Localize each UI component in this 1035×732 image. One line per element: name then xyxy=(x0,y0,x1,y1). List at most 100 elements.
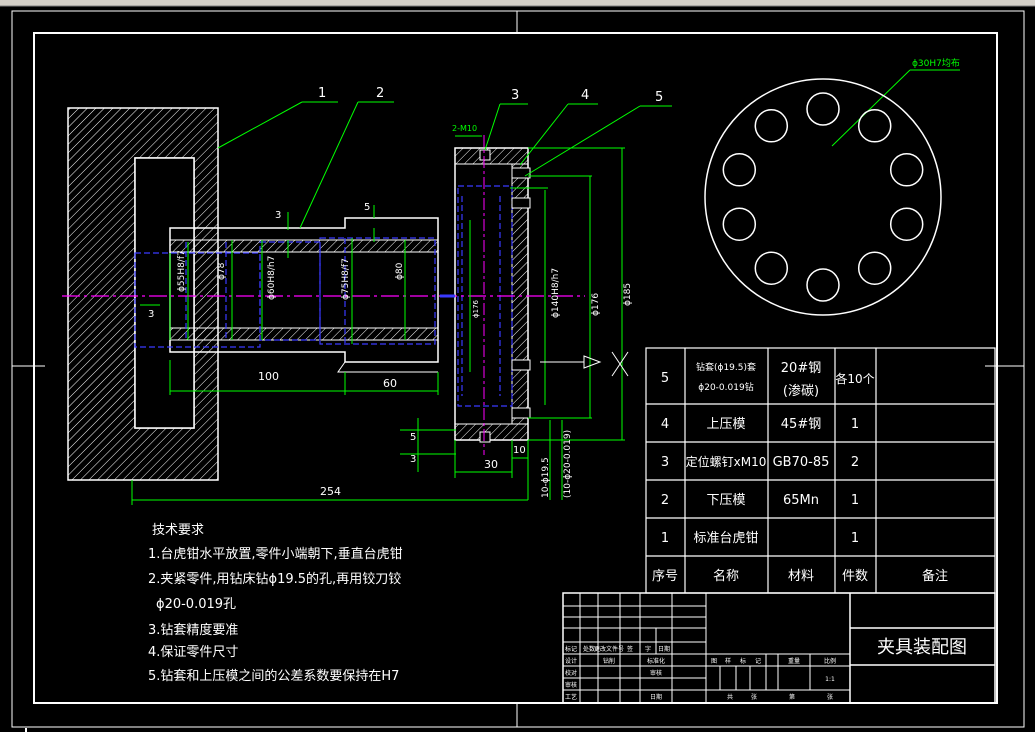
row3-material: GB70-85 xyxy=(773,455,830,470)
drawing-title: 夹具装配图 xyxy=(877,637,967,658)
dim-d140: ϕ140H8/h7 xyxy=(551,268,561,318)
dim-254: 254 xyxy=(320,485,341,498)
technical-requirements: 技术要求 1.台虎钳水平放置,零件小端朝下,垂直台虎钳 2.夹紧零件,用钻床钻ϕ… xyxy=(148,523,403,684)
bushing-hole xyxy=(806,92,840,126)
bushing-hole xyxy=(754,109,789,143)
dim-hole-a: 10-ϕ19.5 xyxy=(541,457,551,498)
row5-material-b: (渗碳) xyxy=(783,384,819,399)
dim-d75: ϕ75H8/f7 xyxy=(341,258,351,300)
dim-10: 10 xyxy=(513,445,526,456)
row4-qty: 1 xyxy=(851,417,859,432)
tb-date: 日期 xyxy=(658,645,670,653)
tb-mark: 标记 xyxy=(565,645,577,653)
dim-5-bottom: 5 xyxy=(410,432,416,443)
toolbar-strip xyxy=(0,0,1035,6)
header-name: 名称 xyxy=(713,568,739,584)
dim-5-top: 5 xyxy=(364,202,370,213)
pattern-callout: ϕ30H7均布 xyxy=(912,57,960,69)
dim-d55: ϕ55H8/f7 xyxy=(177,250,187,292)
requirement-4: 4.保证零件尺寸 xyxy=(148,645,238,660)
row4-no: 4 xyxy=(661,417,669,432)
requirements-title: 技术要求 xyxy=(152,523,204,538)
balloon-4: 4 xyxy=(581,88,589,103)
header-remark: 备注 xyxy=(922,568,948,584)
row3-name: 定位螺钉xM10 xyxy=(686,454,767,469)
tb-review: 审核 xyxy=(650,669,662,677)
row1-qty: 1 xyxy=(851,531,859,546)
dim-d176-small: ϕ176 xyxy=(472,299,480,318)
tb-check: 校对 xyxy=(565,669,577,677)
tb-date2: 日期 xyxy=(650,693,662,701)
section-view xyxy=(62,107,585,481)
row1-name: 标准台虎钳 xyxy=(693,531,758,546)
tb-weight: 重量 xyxy=(788,657,800,665)
row2-name: 下压模 xyxy=(706,493,745,508)
tb-stage-2: 标 xyxy=(740,657,746,665)
dim-60: 60 xyxy=(383,377,397,390)
balloon-2: 2 xyxy=(376,86,384,101)
dim-30: 30 xyxy=(484,458,498,471)
balloon-1: 1 xyxy=(318,86,326,101)
tb-sign: 签 xyxy=(627,645,633,653)
row2-material: 65Mn xyxy=(783,493,819,508)
tb-sheet-3: 张 xyxy=(827,693,833,701)
header-material: 材料 xyxy=(788,569,814,584)
dim-d60: ϕ60H8/h7 xyxy=(267,256,277,300)
requirement-5: 5.钻套和上压模之间的公差系数要保持在H7 xyxy=(148,668,399,684)
dim-3-left: 3 xyxy=(148,309,154,320)
bushing-hole xyxy=(722,153,757,187)
row2-no: 2 xyxy=(661,493,669,508)
dim-100: 100 xyxy=(258,370,279,383)
hole-pattern-view xyxy=(704,78,942,316)
dim-2-m10: 2-M10 xyxy=(452,124,477,133)
tb-stage-1: 样 xyxy=(725,657,731,665)
bushing-hole xyxy=(857,251,892,285)
tb-scale: 比例 xyxy=(824,657,836,665)
header-no: 序号 xyxy=(652,569,678,584)
dim-3-bottom: 3 xyxy=(410,454,416,465)
cad-drawing-canvas[interactable]: 1 2 3 4 5 3 5 3 100 60 30 10 254 3 5 2-M… xyxy=(0,0,1035,732)
tb-scale-value: 1:1 xyxy=(825,676,835,683)
bushing-hole xyxy=(806,268,840,302)
bushing-hole xyxy=(857,109,892,143)
row4-name: 上压模 xyxy=(706,417,745,432)
tb-audit: 审核 xyxy=(565,681,577,689)
requirement-3: 3.钻套精度要准 xyxy=(148,622,238,638)
row4-material: 45#钢 xyxy=(781,417,821,432)
row1-no: 1 xyxy=(661,531,669,546)
tb-change-doc: 更改文件号 xyxy=(594,645,624,653)
bushing-hole xyxy=(722,207,757,241)
dim-hole-b: (10-ϕ20-0.019) xyxy=(563,430,573,498)
bushing-hole xyxy=(889,153,924,187)
dimension-lines xyxy=(131,69,960,505)
tb-char: 字 xyxy=(645,645,651,653)
row5-material-a: 20#钢 xyxy=(781,361,821,376)
row5-qty: 各10个 xyxy=(835,371,874,386)
tb-stage-3: 记 xyxy=(755,658,761,665)
requirement-1: 1.台虎钳水平放置,零件小端朝下,垂直台虎钳 xyxy=(148,547,403,562)
balloon-5: 5 xyxy=(655,90,663,105)
header-qty: 件数 xyxy=(842,569,868,584)
row3-no: 3 xyxy=(661,455,669,470)
bushing-hole xyxy=(889,207,924,241)
bushing-hole xyxy=(754,251,789,285)
requirement-2b: ϕ20-0.019孔 xyxy=(156,597,236,612)
row2-qty: 1 xyxy=(851,493,859,508)
row3-qty: 2 xyxy=(851,455,859,470)
row5-name-a: 钻套(ϕ19.5)套 xyxy=(696,361,756,373)
row5-no: 5 xyxy=(661,371,669,386)
tb-sheet-2: 第 xyxy=(789,693,795,701)
dim-d176: ϕ176 xyxy=(591,293,601,316)
dim-d80: ϕ80 xyxy=(395,262,405,280)
tb-process: 工艺 xyxy=(565,693,577,701)
tb-sheet-1: 张 xyxy=(751,693,757,701)
tb-stage-0: 图 xyxy=(711,658,717,665)
tb-standard: 标准化 xyxy=(647,657,665,665)
plate-outline xyxy=(704,78,942,316)
requirement-2: 2.夹紧零件,用钻床钻ϕ19.5的孔,再用铰刀铰 xyxy=(148,571,401,587)
dim-d78: ϕ78 xyxy=(217,262,227,280)
balloon-3: 3 xyxy=(511,88,519,103)
row5-name-b: ϕ20-0.019钻 xyxy=(698,381,753,393)
dim-3-top-left: 3 xyxy=(275,210,281,221)
tb-design: 设计 xyxy=(565,657,577,665)
